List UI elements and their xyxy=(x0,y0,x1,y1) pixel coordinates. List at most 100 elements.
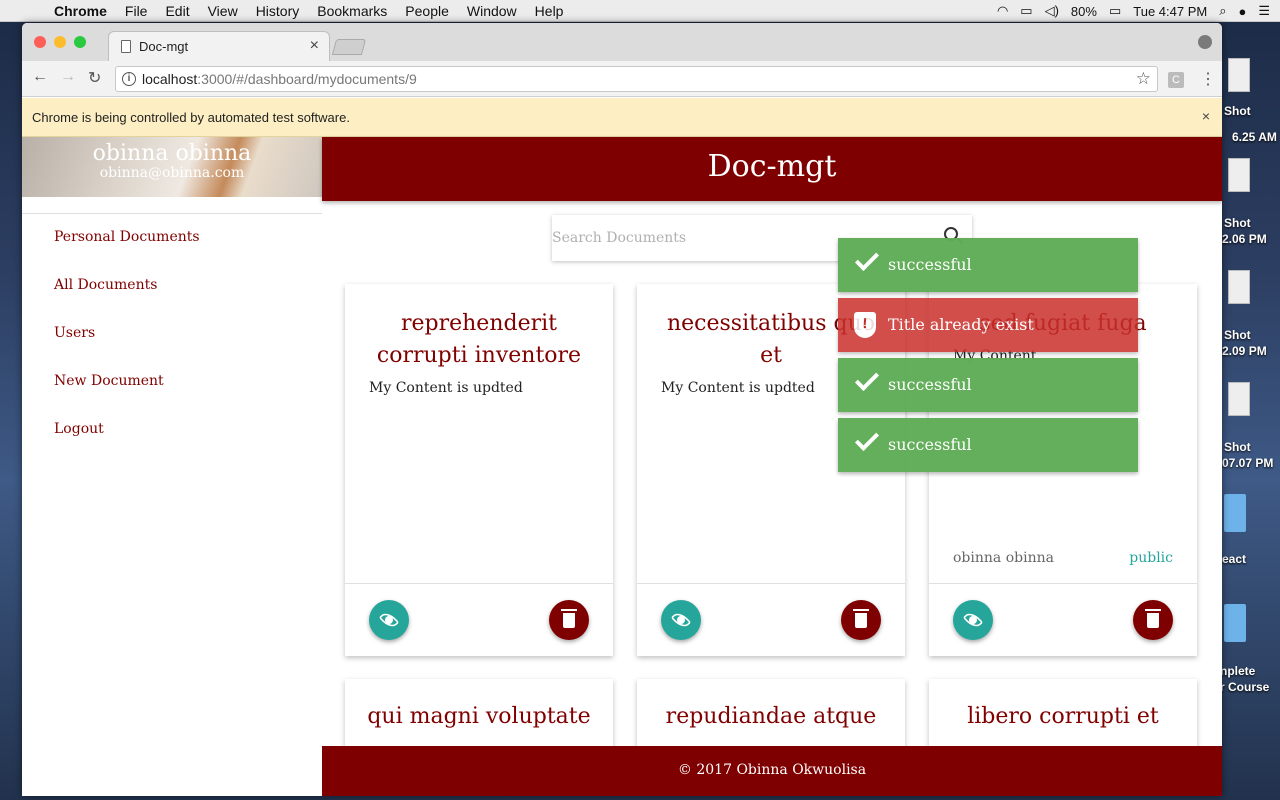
sidebar-item-all-documents[interactable]: All Documents xyxy=(54,277,157,293)
desktop-label: eact xyxy=(1222,552,1247,566)
toast-message: Title already exist xyxy=(888,315,1034,334)
user-email: obinna@obinna.com xyxy=(99,165,245,181)
document-card: reprehenderit corrupti inventore My Cont… xyxy=(345,284,613,656)
reload-icon[interactable]: ↻ xyxy=(88,68,101,88)
document-title: reprehenderit corrupti inventore xyxy=(376,311,582,368)
screenshot-file-icon[interactable] xyxy=(1228,58,1250,92)
desktop-label: 6.25 AM xyxy=(1232,130,1277,144)
toast-message: successful xyxy=(888,435,972,454)
siri-icon[interactable]: ● xyxy=(1238,4,1246,19)
check-icon xyxy=(854,426,880,452)
trash-icon xyxy=(853,609,869,628)
desktop-label: r Course xyxy=(1220,680,1270,694)
zoom-window-button[interactable] xyxy=(74,36,86,48)
desktop-label: nplete xyxy=(1220,664,1256,678)
screenshot-file-icon[interactable] xyxy=(1228,270,1250,304)
check-icon xyxy=(854,366,880,392)
desktop-label: 07.07 PM xyxy=(1222,456,1274,470)
shield-alert-icon: ! xyxy=(854,312,876,338)
view-document-button[interactable] xyxy=(661,600,701,640)
mac-menubar: Chrome File Edit View History Bookmarks … xyxy=(0,0,1280,22)
eye-icon xyxy=(677,616,685,624)
view-document-button[interactable] xyxy=(369,600,409,640)
sidebar: obinna obinna obinna@obinna.com Personal… xyxy=(22,137,322,796)
menu-bookmarks[interactable]: Bookmarks xyxy=(317,3,387,19)
menu-edit[interactable]: Edit xyxy=(165,3,189,19)
delete-document-button[interactable] xyxy=(549,600,589,640)
toast-success[interactable]: successful xyxy=(838,238,1138,292)
screenshot-file-icon[interactable] xyxy=(1228,382,1250,416)
sidebar-item-personal-documents[interactable]: Personal Documents xyxy=(54,229,200,245)
document-author: obinna obinna xyxy=(953,550,1054,566)
toast-message: successful xyxy=(888,375,972,394)
menu-file[interactable]: File xyxy=(125,3,148,19)
clock[interactable]: Tue 4:47 PM xyxy=(1133,4,1207,19)
document-content: My Content is updted xyxy=(369,380,523,396)
browser-window: Doc-mgt × ← → ↻ i localhost:3000/#/dashb… xyxy=(22,23,1222,796)
wifi-icon[interactable]: ◠ xyxy=(997,3,1008,19)
url-text[interactable]: localhost:3000/#/dashboard/mydocuments/9 xyxy=(142,71,417,87)
app-header: Doc-mgt xyxy=(322,137,1222,201)
check-icon xyxy=(854,246,880,272)
profile-icon[interactable] xyxy=(1198,35,1212,49)
close-tab-icon[interactable]: × xyxy=(310,37,319,55)
chrome-menu-icon[interactable]: ⋮ xyxy=(1200,69,1216,89)
automation-infobar: Chrome is being controlled by automated … xyxy=(22,98,1222,137)
screenshot-file-icon[interactable] xyxy=(1228,158,1250,192)
menu-help[interactable]: Help xyxy=(535,3,564,19)
folder-icon[interactable] xyxy=(1224,604,1246,642)
info-icon[interactable]: i xyxy=(122,72,136,86)
toast-success[interactable]: successful xyxy=(838,358,1138,412)
battery-percent: 80% xyxy=(1070,3,1097,19)
document-title: qui magni voluptate xyxy=(367,704,591,729)
document-title: repudiandae atque xyxy=(665,704,877,729)
eye-icon xyxy=(385,616,393,624)
bookmark-star-icon[interactable]: ☆ xyxy=(1136,69,1151,89)
back-icon[interactable]: ← xyxy=(32,68,48,86)
infobar-message: Chrome is being controlled by automated … xyxy=(32,110,350,125)
toast-success[interactable]: successful xyxy=(838,418,1138,472)
menu-people[interactable]: People xyxy=(405,3,449,19)
spotlight-icon[interactable]: ⌕ xyxy=(1219,3,1226,19)
notification-center-icon[interactable]: ☰ xyxy=(1258,3,1270,19)
trash-icon xyxy=(1145,609,1161,628)
address-bar[interactable]: i localhost:3000/#/dashboard/mydocuments… xyxy=(115,66,1158,92)
menu-window[interactable]: Window xyxy=(467,3,517,19)
volume-icon[interactable]: ◁) xyxy=(1045,3,1059,19)
folder-icon[interactable] xyxy=(1224,494,1246,532)
toast-message: successful xyxy=(888,255,972,274)
sidebar-item-users[interactable]: Users xyxy=(54,325,95,341)
footer-copyright: © 2017 Obinna Okwuolisa xyxy=(677,762,867,778)
airplay-icon[interactable]: ▭ xyxy=(1020,3,1032,19)
forward-icon[interactable]: → xyxy=(60,68,76,86)
view-document-button[interactable] xyxy=(953,600,993,640)
delete-document-button[interactable] xyxy=(1133,600,1173,640)
new-tab-button[interactable] xyxy=(331,39,367,55)
document-icon xyxy=(121,40,131,53)
desktop-label: Shot xyxy=(1224,104,1251,118)
close-infobar-icon[interactable]: × xyxy=(1202,108,1210,124)
menu-view[interactable]: View xyxy=(208,3,238,19)
sidebar-item-new-document[interactable]: New Document xyxy=(54,373,164,389)
desktop-label: Shot xyxy=(1224,216,1251,230)
menu-app-name[interactable]: Chrome xyxy=(54,3,107,19)
web-page: obinna obinna obinna@obinna.com Personal… xyxy=(22,137,1222,796)
tab-active[interactable]: Doc-mgt × xyxy=(108,31,330,61)
battery-icon[interactable]: ▭ xyxy=(1109,3,1121,19)
toast-error[interactable]: ! Title already exist xyxy=(838,298,1138,352)
extension-icon[interactable]: C xyxy=(1168,72,1184,88)
sidebar-item-logout[interactable]: Logout xyxy=(54,421,104,437)
browser-toolbar: ← → ↻ i localhost:3000/#/dashboard/mydoc… xyxy=(22,61,1222,97)
divider xyxy=(929,583,1197,584)
desktop-label: 2.06 PM xyxy=(1222,232,1267,246)
delete-document-button[interactable] xyxy=(841,600,881,640)
minimize-window-button[interactable] xyxy=(54,36,66,48)
eye-icon xyxy=(969,616,977,624)
close-window-button[interactable] xyxy=(34,36,46,48)
tab-title: Doc-mgt xyxy=(139,39,189,54)
divider xyxy=(637,583,905,584)
url-path: :3000/#/dashboard/mydocuments/9 xyxy=(197,71,417,87)
document-title: libero corrupti et xyxy=(967,704,1159,729)
url-host: localhost xyxy=(142,71,198,87)
menu-history[interactable]: History xyxy=(256,3,300,19)
